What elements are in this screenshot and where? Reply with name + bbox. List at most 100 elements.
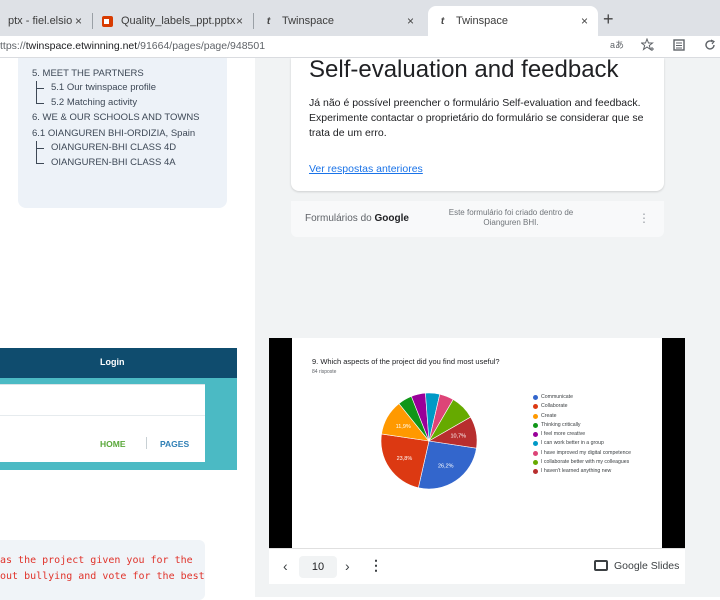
refresh-icon[interactable] <box>703 38 717 55</box>
legend-swatch <box>533 441 538 447</box>
sidebar-item-matching-activity[interactable]: 5.2 Matching activity <box>32 95 227 111</box>
legend-label: Create <box>541 412 557 419</box>
next-slide-button[interactable]: › <box>345 558 350 574</box>
favorite-icon[interactable] <box>640 37 655 55</box>
sidebar-item-label: OIANGUREN-BHI CLASS 4A <box>51 156 176 168</box>
tab-title: Twinspace <box>282 15 334 27</box>
tree-line <box>36 81 44 96</box>
menu-divider <box>0 415 205 416</box>
svg-text:aあ: aあ <box>610 40 624 50</box>
legend-item: Create <box>533 412 631 421</box>
legend-item: I can work better in a group <box>533 439 631 448</box>
legend-swatch <box>533 395 538 400</box>
legend-swatch <box>533 469 538 475</box>
forms-prefix: Formulários do <box>305 213 372 224</box>
new-tab-button[interactable]: + <box>603 9 614 30</box>
sidebar-item-class-4a[interactable]: OIANGUREN-BHI CLASS 4A <box>32 155 227 171</box>
pie-chart: 26,2% 23,8% 11,9% 10,7% <box>380 392 478 490</box>
legend-label: I feel more creative <box>541 431 586 438</box>
note-line-1: as the project given you for the <box>0 555 193 566</box>
collections-icon[interactable] <box>672 38 686 55</box>
close-tab-icon[interactable]: × <box>581 14 588 28</box>
legend-swatch <box>533 404 538 410</box>
previous-responses-link[interactable]: Ver respostas anteriores <box>309 163 646 175</box>
left-column: 5. MEET THE PARTNERS 5.1 Our twinspace p… <box>0 58 255 600</box>
sidebar-item-meet-partners[interactable]: 5. MEET THE PARTNERS <box>32 66 227 81</box>
pie-data-label: 10,7% <box>450 434 466 440</box>
previous-slide-button[interactable]: ‹ <box>283 558 288 574</box>
sidebar-item-label: OIANGUREN-BHI CLASS 4D <box>51 142 177 153</box>
legend-item: Collaborate <box>533 402 631 411</box>
close-tab-icon[interactable]: × <box>75 14 82 28</box>
google-slides-icon <box>594 560 608 571</box>
tab-title: Quality_labels_ppt.pptx <box>121 15 236 27</box>
form-title: Self-evaluation and feedback <box>309 56 619 83</box>
legend-label: I have improved my digital competence <box>541 449 631 456</box>
close-tab-icon[interactable]: × <box>407 14 414 28</box>
form-origin-note: Este formulário foi criado dentro de Oia… <box>448 208 574 227</box>
browser-tab-1[interactable]: ptx - fiel.elsio × <box>0 6 92 36</box>
sidebar-item-twinspace-profile[interactable]: 5.1 Our twinspace profile <box>32 81 227 96</box>
question-note: as the project given you for the out bul… <box>0 540 205 600</box>
google-slides-link[interactable]: Google Slides <box>614 560 679 572</box>
legend-label: Thinking critically <box>541 421 581 428</box>
slide-canvas: 9. Which aspects of the project did you … <box>292 338 662 548</box>
tab-title: Twinspace <box>456 15 508 27</box>
browser-tab-bar: ptx - fiel.elsio × Quality_labels_ppt.pp… <box>0 0 720 36</box>
tree-line <box>36 95 44 104</box>
legend-label: Collaborate <box>541 403 568 410</box>
browser-tab-2[interactable]: Quality_labels_ppt.pptx × <box>93 6 253 36</box>
home-link[interactable]: HOME <box>100 439 126 449</box>
sidebar-item-label: 5.2 Matching activity <box>51 96 138 108</box>
twinspace-icon: t <box>266 15 271 27</box>
sidebar-item-class-4d[interactable]: OIANGUREN-BHI CLASS 4D <box>32 141 227 156</box>
twinspace-icon: t <box>440 15 445 27</box>
menu-separator <box>146 437 147 449</box>
note-line-2: out bullying and vote for the best <box>0 571 205 582</box>
browser-tab-active[interactable]: t Twinspace × <box>428 6 598 36</box>
slide-question: 9. Which aspects of the project did you … <box>312 357 500 366</box>
tab-title: ptx - fiel.elsio <box>8 15 73 27</box>
sidebar-item-schools-towns[interactable]: 6. WE & OUR SCHOOLS AND TOWNS <box>32 110 202 125</box>
browser-tab-3[interactable]: t Twinspace × <box>254 6 424 36</box>
url-path: /91664/pages/page/948501 <box>137 40 266 52</box>
sidebar-item-oianguren[interactable]: 6.1 OIANGUREN BHI-ORDIZIA, Spain <box>32 126 227 141</box>
read-aloud-icon[interactable]: aあ <box>610 38 624 55</box>
url-text[interactable]: ttps://twinspace.etwinning.net/91664/pag… <box>0 40 265 52</box>
slides-embed: 9. Which aspects of the project did you … <box>269 338 685 548</box>
legend-label: I can work better in a group <box>541 440 604 447</box>
office-icon <box>101 15 114 28</box>
url-host: twinspace.etwinning.net <box>25 40 138 52</box>
legend-label: I collaborate better with my colleagues <box>541 459 630 466</box>
embedded-login-bar: Login <box>0 348 237 378</box>
legend-swatch <box>533 413 538 419</box>
embedded-site-menu: HOME PAGES <box>0 384 205 462</box>
form-footer: Formulários do Google Este formulário fo… <box>291 201 664 237</box>
tree-line <box>36 155 44 164</box>
legend-item: Communicate <box>533 393 631 402</box>
url-scheme: ttps:// <box>0 40 26 52</box>
tree-line <box>36 141 44 156</box>
login-link[interactable]: Login <box>100 357 125 367</box>
pages-link[interactable]: PAGES <box>160 439 189 449</box>
legend-item: I collaborate better with my colleagues <box>533 458 631 467</box>
legend-swatch <box>533 450 538 456</box>
more-options-icon[interactable]: ⋮ <box>638 211 650 225</box>
legend-item: Thinking critically <box>533 421 631 430</box>
pie-data-label: 11,9% <box>396 424 411 430</box>
address-bar[interactable]: ttps://twinspace.etwinning.net/91664/pag… <box>0 36 720 58</box>
forms-branding: Formulários do Google <box>305 213 409 224</box>
slides-menu-icon[interactable]: ⋮ <box>369 557 383 574</box>
legend-swatch <box>533 460 538 466</box>
google-form-card: Self-evaluation and feedback Já não é po… <box>291 58 664 191</box>
legend-item: I have improved my digital competence <box>533 449 631 458</box>
sidebar-item-label: 5.1 Our twinspace profile <box>51 82 157 93</box>
slide-number-field[interactable]: 10 <box>299 556 337 578</box>
sidebar-nav: 5. MEET THE PARTNERS 5.1 Our twinspace p… <box>18 58 227 208</box>
chart-legend: Communicate Collaborate Create Thinking cri… <box>533 393 631 477</box>
close-tab-icon[interactable]: × <box>236 14 243 28</box>
legend-item: I feel more creative <box>533 430 631 439</box>
legend-item: I haven't learned anything new <box>533 467 631 476</box>
response-count: 84 risposte <box>312 369 337 375</box>
legend-swatch <box>533 432 538 438</box>
